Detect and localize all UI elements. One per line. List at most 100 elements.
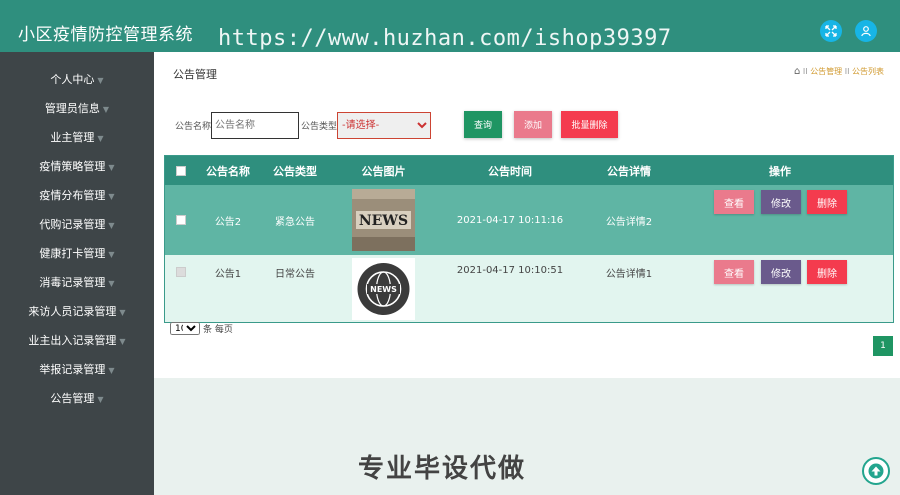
sidebar-item-label: 疫情策略管理: [39, 160, 106, 173]
column-header: 公告时间: [488, 164, 532, 178]
expand-icon[interactable]: [820, 20, 842, 42]
checkbox[interactable]: [176, 165, 186, 176]
sidebar-item-purchase[interactable]: 代购记录管理 ▼: [0, 210, 154, 239]
table-header: 公告名称 公告类型 公告图片 公告时间 公告详情 操作: [165, 156, 893, 185]
page-number-button[interactable]: 1: [873, 336, 893, 356]
arrow-up-icon: [868, 463, 884, 479]
sidebar-item-notices[interactable]: 公告管理 ▼: [0, 384, 154, 413]
sidebar-item-label: 个人中心: [50, 73, 95, 86]
edit-button[interactable]: 修改: [761, 190, 801, 214]
app-title: 小区疫情防控管理系统: [18, 25, 193, 45]
chevron-down-icon: ▼: [97, 134, 104, 143]
sidebar-item-access[interactable]: 业主出入记录管理 ▼: [0, 326, 154, 355]
cell-type: 紧急公告: [275, 216, 315, 228]
cell-time: 2021-04-17 10:11:16: [456, 214, 564, 226]
delete-button[interactable]: 删除: [807, 190, 847, 214]
sidebar-item-health[interactable]: 健康打卡管理 ▼: [0, 239, 154, 268]
chevron-down-icon: ▼: [108, 163, 115, 172]
news-image-text: NEWS: [359, 213, 408, 229]
sidebar-item-strategy[interactable]: 疫情策略管理 ▼: [0, 152, 154, 181]
table-row[interactable]: 公告2 紧急公告 NEWS 2021-04-17 10:11:16 公告详情2 …: [165, 185, 893, 255]
chevron-down-icon: ▼: [108, 250, 115, 259]
name-label: 公告名称: [175, 121, 212, 132]
notice-table: 公告名称 公告类型 公告图片 公告时间 公告详情 操作 公告2 紧急公告 NEW…: [164, 155, 894, 323]
promo-watermark: 专业毕设代做: [358, 454, 527, 484]
sidebar-item-admin[interactable]: 管理员信息 ▼: [0, 94, 154, 123]
home-icon[interactable]: ⌂: [794, 66, 800, 77]
pagination: 10 条 每页: [170, 322, 233, 335]
news-image[interactable]: NEWS: [352, 189, 415, 251]
column-header: 公告详情: [607, 164, 651, 178]
chevron-down-icon: ▼: [108, 221, 115, 230]
sidebar-item-label: 业主出入记录管理: [28, 334, 117, 347]
type-label: 公告类型: [301, 121, 338, 132]
chevron-down-icon: ▼: [108, 279, 115, 288]
select-all-checkbox[interactable]: [170, 156, 192, 185]
watermark-url: https://www.huzhan.com/ishop39397: [218, 26, 672, 51]
news-image-text: NEWS: [370, 285, 397, 294]
cell-name: 公告2: [214, 216, 242, 228]
checkbox[interactable]: [176, 267, 186, 277]
sidebar-item-label: 来访人员记录管理: [28, 305, 117, 318]
page-size-select[interactable]: 10: [170, 322, 200, 335]
chevron-down-icon: ▼: [119, 308, 126, 317]
cell-type: 日常公告: [275, 269, 315, 280]
sidebar-item-label: 公告管理: [50, 392, 95, 405]
chevron-down-icon: ▼: [97, 76, 104, 85]
breadcrumb: ⌂ II 公告管理 II 公告列表: [794, 66, 884, 77]
sidebar-item-label: 消毒记录管理: [39, 276, 106, 289]
breadcrumb-item[interactable]: 公告管理: [810, 67, 842, 76]
sidebar-item-label: 疫情分布管理: [39, 189, 106, 202]
chevron-down-icon: ▼: [108, 192, 115, 201]
cell-detail: 公告详情2: [605, 216, 653, 228]
column-header: 公告名称: [206, 164, 250, 178]
name-search-input[interactable]: [211, 111, 300, 139]
search-bar: 公告名称 公告类型 -请选择-: [175, 111, 432, 139]
delete-button[interactable]: 删除: [807, 260, 847, 284]
sidebar-item-owners[interactable]: 业主管理 ▼: [0, 123, 154, 152]
sidebar-item-label: 举报记录管理: [39, 363, 106, 376]
column-header: 操作: [769, 164, 791, 178]
cell-time: 2021-04-17 10:10:51: [456, 265, 564, 276]
column-header: 公告类型: [273, 164, 317, 178]
breadcrumb-separator: II: [844, 67, 852, 76]
user-icon[interactable]: [855, 20, 877, 42]
cell-image: NEWS: [352, 185, 415, 255]
checkbox[interactable]: [176, 215, 186, 225]
sidebar-item-label: 健康打卡管理: [39, 247, 106, 260]
sidebar: 个人中心 ▼ 管理员信息 ▼ 业主管理 ▼ 疫情策略管理 ▼ 疫情分布管理 ▼ 代购记录管…: [0, 52, 154, 495]
view-button[interactable]: 查看: [714, 260, 754, 284]
chevron-down-icon: ▼: [97, 395, 104, 404]
chevron-down-icon: ▼: [119, 337, 126, 346]
chevron-down-icon: ▼: [102, 105, 110, 114]
chevron-down-icon: ▼: [108, 366, 115, 375]
query-button[interactable]: 查询: [464, 111, 502, 138]
cell-name: 公告1: [214, 269, 242, 280]
sidebar-item-profile[interactable]: 个人中心 ▼: [0, 65, 154, 94]
sidebar-item-visitors[interactable]: 来访人员记录管理 ▼: [0, 297, 154, 326]
batch-delete-button[interactable]: 批量删除: [561, 111, 618, 138]
type-select[interactable]: -请选择-: [337, 111, 432, 139]
news-image[interactable]: NEWS: [352, 257, 415, 320]
top-header: 小区疫情防控管理系统 https://www.huzhan.com/ishop3…: [0, 0, 900, 52]
edit-button[interactable]: 修改: [761, 260, 801, 284]
table-row[interactable]: 公告1 日常公告 NEWS 2021-04-17 10:10:51 公告详情1 …: [165, 255, 893, 322]
cell-image: NEWS: [352, 255, 415, 322]
sidebar-item-label: 管理员信息: [44, 102, 100, 115]
scroll-top-button[interactable]: [862, 457, 890, 485]
column-header: 公告图片: [361, 164, 406, 178]
sidebar-item-label: 业主管理: [50, 131, 95, 144]
view-button[interactable]: 查看: [714, 190, 754, 214]
per-page-label: 条 每页: [203, 325, 233, 335]
page-title: 公告管理: [173, 68, 217, 81]
breadcrumb-item[interactable]: 公告列表: [852, 67, 884, 76]
row-checkbox[interactable]: [170, 255, 192, 322]
main-content: 公告管理 ⌂ II 公告管理 II 公告列表 公告名称 公告类型 -请选择- 查…: [154, 52, 900, 378]
sidebar-item-distribution[interactable]: 疫情分布管理 ▼: [0, 181, 154, 210]
add-button[interactable]: 添加: [514, 111, 552, 138]
sidebar-item-label: 代购记录管理: [39, 218, 106, 231]
sidebar-item-disinfection[interactable]: 消毒记录管理 ▼: [0, 268, 154, 297]
sidebar-item-reports[interactable]: 举报记录管理 ▼: [0, 355, 154, 384]
cell-detail: 公告详情1: [605, 269, 653, 280]
row-checkbox[interactable]: [170, 185, 192, 255]
